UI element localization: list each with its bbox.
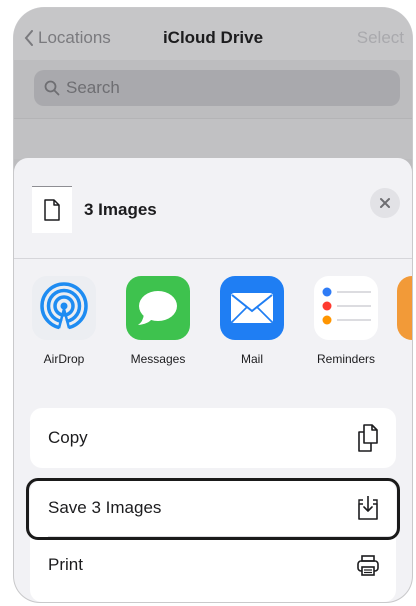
app-label: Reminders bbox=[316, 352, 376, 366]
share-sheet: 3 Images AirDrop Messages Mail Reminders… bbox=[14, 158, 412, 602]
copy-icon bbox=[358, 424, 378, 452]
app-messages[interactable]: Messages bbox=[115, 276, 201, 366]
app-reminders[interactable]: Reminders bbox=[303, 276, 389, 366]
app-airdrop[interactable]: AirDrop bbox=[21, 276, 107, 366]
save-images-action[interactable]: Save 3 Images bbox=[26, 478, 400, 540]
save-images-label: Save 3 Images bbox=[48, 498, 162, 517]
file-thumbnail bbox=[32, 186, 72, 233]
app-icon-partial bbox=[397, 276, 412, 340]
reminders-icon bbox=[314, 276, 378, 340]
copy-label: Copy bbox=[48, 428, 88, 447]
search-field[interactable]: Search bbox=[34, 70, 400, 106]
document-icon bbox=[44, 199, 60, 221]
search-placeholder: Search bbox=[66, 78, 120, 97]
mail-icon bbox=[220, 276, 284, 340]
list-background bbox=[14, 118, 412, 159]
airdrop-icon bbox=[32, 276, 96, 340]
action-group-save-print: Save 3 Images Print bbox=[26, 478, 400, 602]
close-button[interactable] bbox=[370, 188, 400, 218]
select-button[interactable]: Select bbox=[357, 28, 404, 48]
share-sheet-title: 3 Images bbox=[84, 200, 157, 219]
copy-action[interactable]: Copy bbox=[30, 408, 396, 468]
device-frame: Locations iCloud Drive Select Search 3 I… bbox=[14, 8, 412, 602]
share-sheet-header: 3 Images bbox=[14, 158, 412, 258]
messages-icon bbox=[126, 276, 190, 340]
action-group-copy: Copy bbox=[30, 408, 396, 468]
app-label: Messages bbox=[130, 352, 186, 366]
save-to-files-icon bbox=[358, 496, 378, 520]
app-label: AirDrop bbox=[43, 352, 85, 366]
app-row: AirDrop Messages Mail Reminders bbox=[14, 276, 412, 386]
search-icon bbox=[44, 80, 60, 96]
print-label: Print bbox=[48, 555, 83, 574]
page-title: iCloud Drive bbox=[162, 28, 264, 47]
navigation-bar: Locations iCloud Drive Select bbox=[14, 8, 412, 60]
app-partial[interactable] bbox=[397, 276, 412, 340]
print-icon bbox=[357, 555, 379, 576]
header-divider bbox=[14, 258, 412, 259]
app-label: Mail bbox=[240, 352, 263, 366]
app-mail[interactable]: Mail bbox=[209, 276, 295, 366]
close-icon bbox=[380, 198, 390, 208]
print-action[interactable]: Print bbox=[30, 537, 396, 593]
